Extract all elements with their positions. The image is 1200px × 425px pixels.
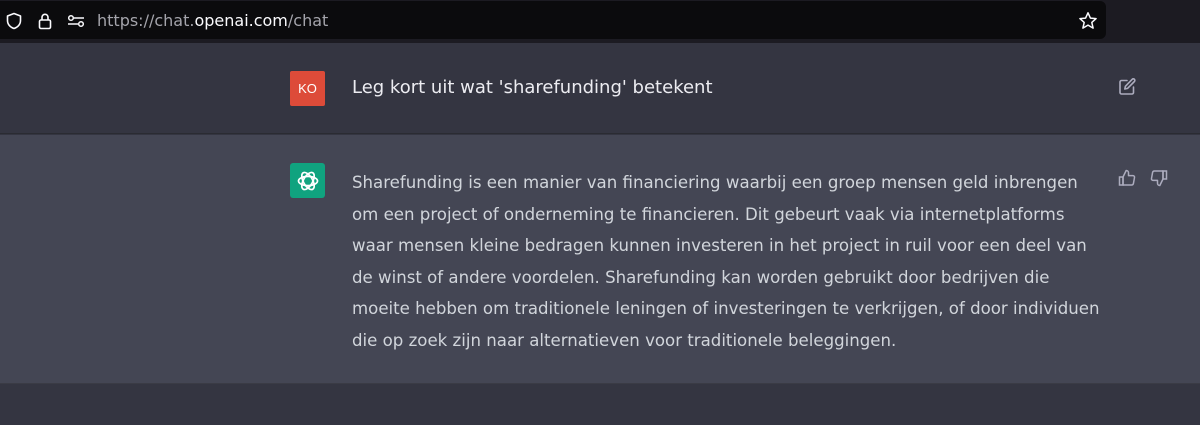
- assistant-message-row: Sharefunding is een manier van financier…: [0, 135, 1200, 384]
- permissions-icon[interactable]: [66, 11, 86, 31]
- star-icon[interactable]: [1078, 11, 1098, 31]
- browser-toolbar: https://chat.openai.com/chat: [0, 0, 1200, 43]
- avatar: KO: [290, 71, 325, 106]
- thumbs-up-icon: [1118, 169, 1136, 186]
- thumbs-up-button[interactable]: [1116, 167, 1138, 189]
- openai-logo-icon: [290, 163, 325, 198]
- shield-icon[interactable]: [4, 11, 24, 31]
- url-path: /chat: [287, 11, 329, 30]
- user-message-row: KO Leg kort uit wat 'sharefunding' betek…: [0, 43, 1200, 134]
- url-prefix: https://chat.: [97, 11, 195, 30]
- thumbs-down-button[interactable]: [1148, 167, 1170, 189]
- address-bar[interactable]: https://chat.openai.com/chat: [0, 1, 1106, 39]
- thumbs-down-icon: [1150, 170, 1168, 187]
- url-domain: openai.com: [194, 11, 288, 30]
- assistant-message: Sharefunding is een manier van financier…: [352, 173, 1100, 350]
- edit-button[interactable]: [1116, 76, 1138, 98]
- lock-icon[interactable]: [35, 11, 55, 31]
- user-message: Leg kort uit wat 'sharefunding' betekent: [352, 77, 713, 98]
- url-text[interactable]: https://chat.openai.com/chat: [97, 11, 328, 31]
- edit-icon: [1119, 78, 1136, 95]
